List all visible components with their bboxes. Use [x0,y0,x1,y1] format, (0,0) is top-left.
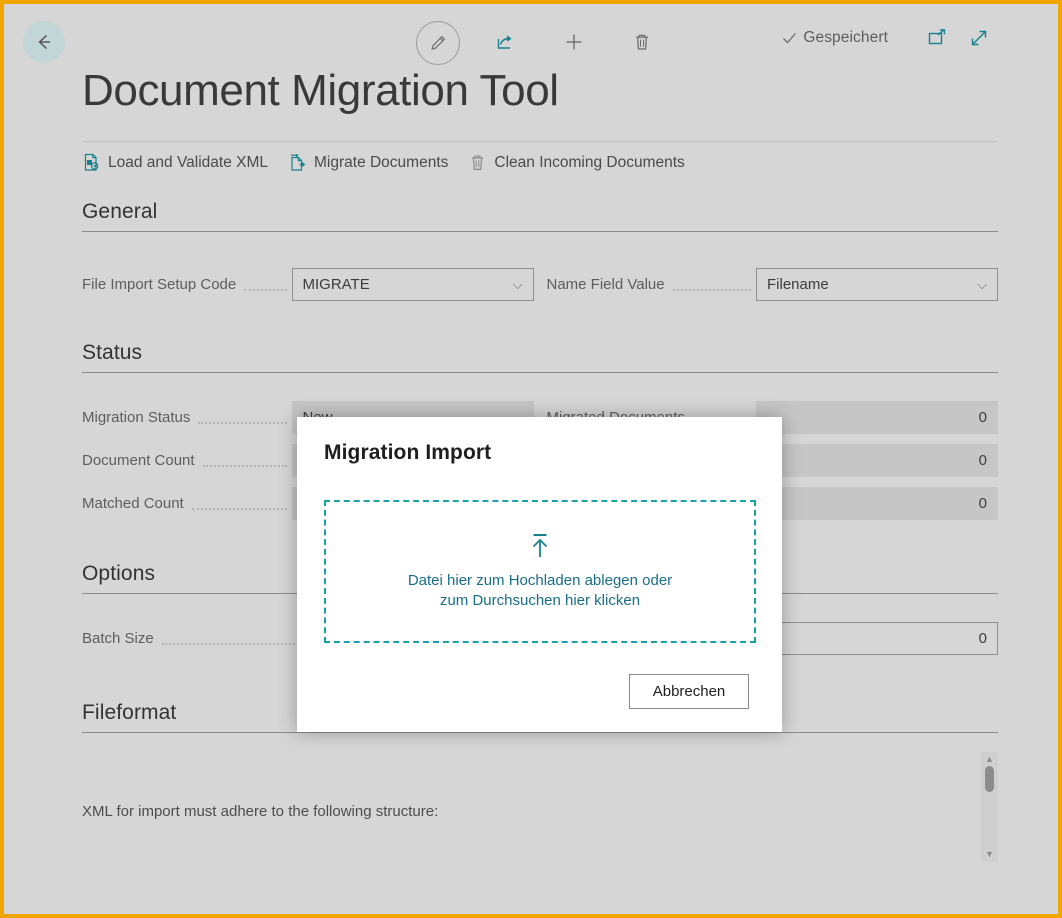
expand-icon[interactable] [968,27,990,49]
fileformat-intro: XML for import must adhere to the follow… [82,803,439,820]
file-dropzone[interactable]: Datei hier zum Hochladen ablegen oder zu… [324,500,756,643]
action-migrate-documents[interactable]: Migrate Documents [288,153,448,172]
section-general: General File Import Setup Code MIGRATE ⌵… [82,200,998,302]
application-window: Gespeichert Document Migration Tool Load… [0,0,1062,918]
section-title: Status [82,341,998,373]
dropdown-value: Filename [767,275,829,293]
leader-dots [191,493,287,510]
chevron-down-icon: ⌵ [977,276,987,292]
section-title: General [82,200,998,232]
fileformat-content: XML for import must adhere to the follow… [82,752,998,914]
field-label: Matched Count [82,494,184,512]
share-icon [497,35,512,49]
pencil-icon [431,35,446,50]
action-load-and-validate-xml[interactable]: Load and Validate XML [82,153,268,172]
delete-button[interactable] [621,21,663,63]
field-label: File Import Setup Code [82,275,237,293]
chevron-down-icon: ⌵ [512,276,523,292]
edit-button[interactable] [416,21,460,65]
plus-icon [566,34,582,50]
open-in-new-window-icon[interactable] [926,27,948,49]
check-icon [783,32,797,43]
field-batch-size-label-group: Batch Size [82,630,160,647]
page-title: Document Migration Tool [82,66,559,115]
general-field-row: File Import Setup Code MIGRATE ⌵ Name Fi… [82,266,998,302]
share-button[interactable] [484,21,526,63]
migrated-documents-value: 0 [756,400,998,434]
upload-arrow-icon [527,532,553,565]
scroll-up-arrow-icon[interactable]: ▲ [985,755,994,764]
new-button[interactable] [553,21,595,63]
dialog-title: Migration Import [324,441,492,464]
action-label: Clean Incoming Documents [494,153,685,171]
scrollbar-thumb[interactable] [985,766,994,792]
leader-dots [202,450,287,467]
file-import-setup-code-dropdown[interactable]: MIGRATE ⌵ [291,267,534,301]
action-label: Load and Validate XML [108,153,268,171]
action-label: Migrate Documents [314,153,449,171]
dropzone-text: Datei hier zum Hochladen ablegen oder zu… [408,571,672,611]
xml-file-gear-icon [82,153,101,172]
status-right-value-2: 0 [756,443,998,477]
saved-status: Gespeichert [781,27,990,49]
batch-size-input[interactable]: 0 [756,621,998,655]
fileformat-scrollbar[interactable]: ▲ ▼ [981,752,998,862]
scroll-down-arrow-icon[interactable]: ▼ [985,850,994,859]
document-move-icon [288,153,307,172]
cancel-button[interactable]: Abbrechen [629,674,749,709]
field-label: Document Count [82,451,195,469]
dropdown-value: MIGRATE [302,275,370,293]
trash-icon [468,153,487,172]
status-right-value-3: 0 [756,486,998,520]
field-file-import-setup-code: File Import Setup Code MIGRATE ⌵ [82,267,534,301]
action-bar: Load and Validate XML Migrate Documents [82,141,998,181]
dropzone-line-1: Datei hier zum Hochladen ablegen oder [407,572,673,589]
field-name-field-value: Name Field Value Filename ⌵ [546,267,998,301]
field-label: Migration Status [82,408,191,426]
action-clean-incoming-documents[interactable]: Clean Incoming Documents [468,153,685,172]
leader-dots [244,274,287,291]
name-field-value-dropdown[interactable]: Filename ⌵ [756,267,998,301]
field-label: Batch Size [82,629,154,647]
leader-dots [198,407,287,424]
dropzone-line-2: zum Durchsuchen hier klicken [439,592,641,609]
leader-dots [672,274,751,291]
saved-label: Gespeichert [803,29,888,46]
field-label: Name Field Value [546,275,665,293]
trash-icon [636,34,648,50]
migration-import-dialog: Migration Import Datei hier zum Hochlade… [297,417,782,732]
